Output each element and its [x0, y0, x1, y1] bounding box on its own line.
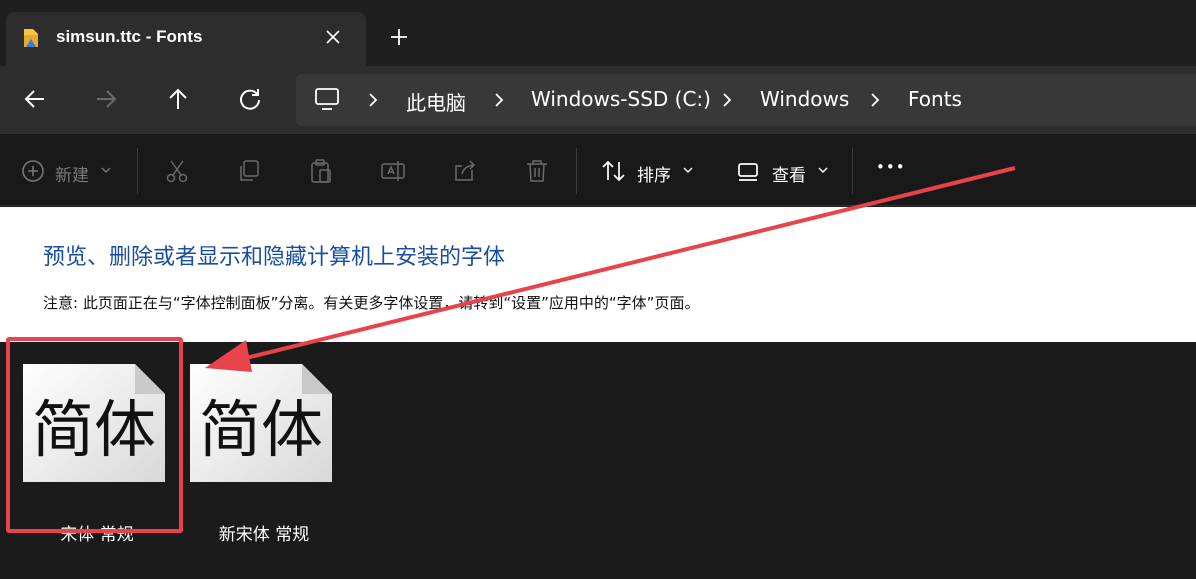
cut-icon[interactable] — [164, 158, 190, 184]
fonts-header: 预览、删除或者显示和隐藏计算机上安装的字体 注意: 此页面正在与“字体控制面板”… — [0, 207, 1196, 342]
info-note: 注意: 此页面正在与“字体控制面板”分离。有关更多字体设置，请转到“设置”应用中… — [43, 294, 700, 312]
refresh-icon[interactable] — [237, 86, 263, 112]
chevron-down-icon[interactable] — [101, 166, 111, 174]
more-options-button[interactable]: ••• — [876, 158, 906, 176]
font-preview-text: 简体 — [199, 393, 323, 466]
font-item-label: 新宋体 常规 — [218, 525, 310, 545]
paste-icon[interactable] — [308, 158, 334, 184]
divider — [576, 148, 577, 194]
page-heading: 预览、删除或者显示和隐藏计算机上安装的字体 — [43, 245, 506, 270]
font-file-icon: 简体 — [190, 364, 332, 482]
arrow-right-icon[interactable] — [93, 86, 119, 112]
divider — [852, 148, 853, 194]
navigation-bar: 此电脑 Windows-SSD (C:) Windows Fonts — [0, 66, 1196, 134]
chevron-down-icon[interactable] — [818, 166, 828, 174]
view-button[interactable]: 查看 — [772, 161, 806, 186]
computer-icon[interactable] — [314, 87, 340, 111]
title-bar: simsun.ttc - Fonts — [0, 0, 1196, 66]
close-icon[interactable] — [322, 26, 344, 48]
view-icon[interactable] — [736, 158, 762, 184]
share-icon[interactable] — [452, 158, 478, 184]
sort-icon[interactable] — [601, 158, 627, 184]
tab-title: simsun.ttc - Fonts — [56, 27, 203, 46]
selection-highlight — [6, 337, 183, 533]
folder-icon — [24, 29, 38, 47]
add-circle-icon[interactable] — [20, 158, 46, 184]
chevron-right-icon[interactable] — [492, 91, 506, 109]
sort-button[interactable]: 排序 — [637, 161, 671, 186]
address-bar[interactable]: 此电脑 Windows-SSD (C:) Windows Fonts — [296, 74, 1196, 126]
arrow-left-icon[interactable] — [22, 86, 48, 112]
breadcrumb-item-drive[interactable]: Windows-SSD (C:) — [531, 87, 711, 111]
chevron-down-icon[interactable] — [683, 166, 693, 174]
chevron-right-icon[interactable] — [720, 91, 734, 109]
plus-icon[interactable] — [388, 26, 410, 48]
chevron-right-icon[interactable] — [366, 91, 380, 109]
tab-active[interactable]: simsun.ttc - Fonts — [6, 12, 366, 66]
new-button[interactable]: 新建 — [55, 161, 89, 186]
delete-icon[interactable] — [524, 158, 550, 184]
copy-icon[interactable] — [236, 158, 262, 184]
divider — [137, 148, 138, 194]
font-item-nsimsun[interactable]: 简体 新宋体 常规 — [180, 362, 332, 545]
breadcrumb-item-this-pc[interactable]: 此电脑 — [406, 87, 466, 116]
breadcrumb-item-windows[interactable]: Windows — [760, 87, 849, 111]
breadcrumb-item-fonts[interactable]: Fonts — [908, 87, 962, 111]
command-bar: 新建 排序 查看 ••• — [0, 134, 1196, 206]
rename-icon[interactable] — [380, 158, 406, 184]
arrow-up-icon[interactable] — [165, 86, 191, 112]
chevron-right-icon[interactable] — [868, 91, 882, 109]
